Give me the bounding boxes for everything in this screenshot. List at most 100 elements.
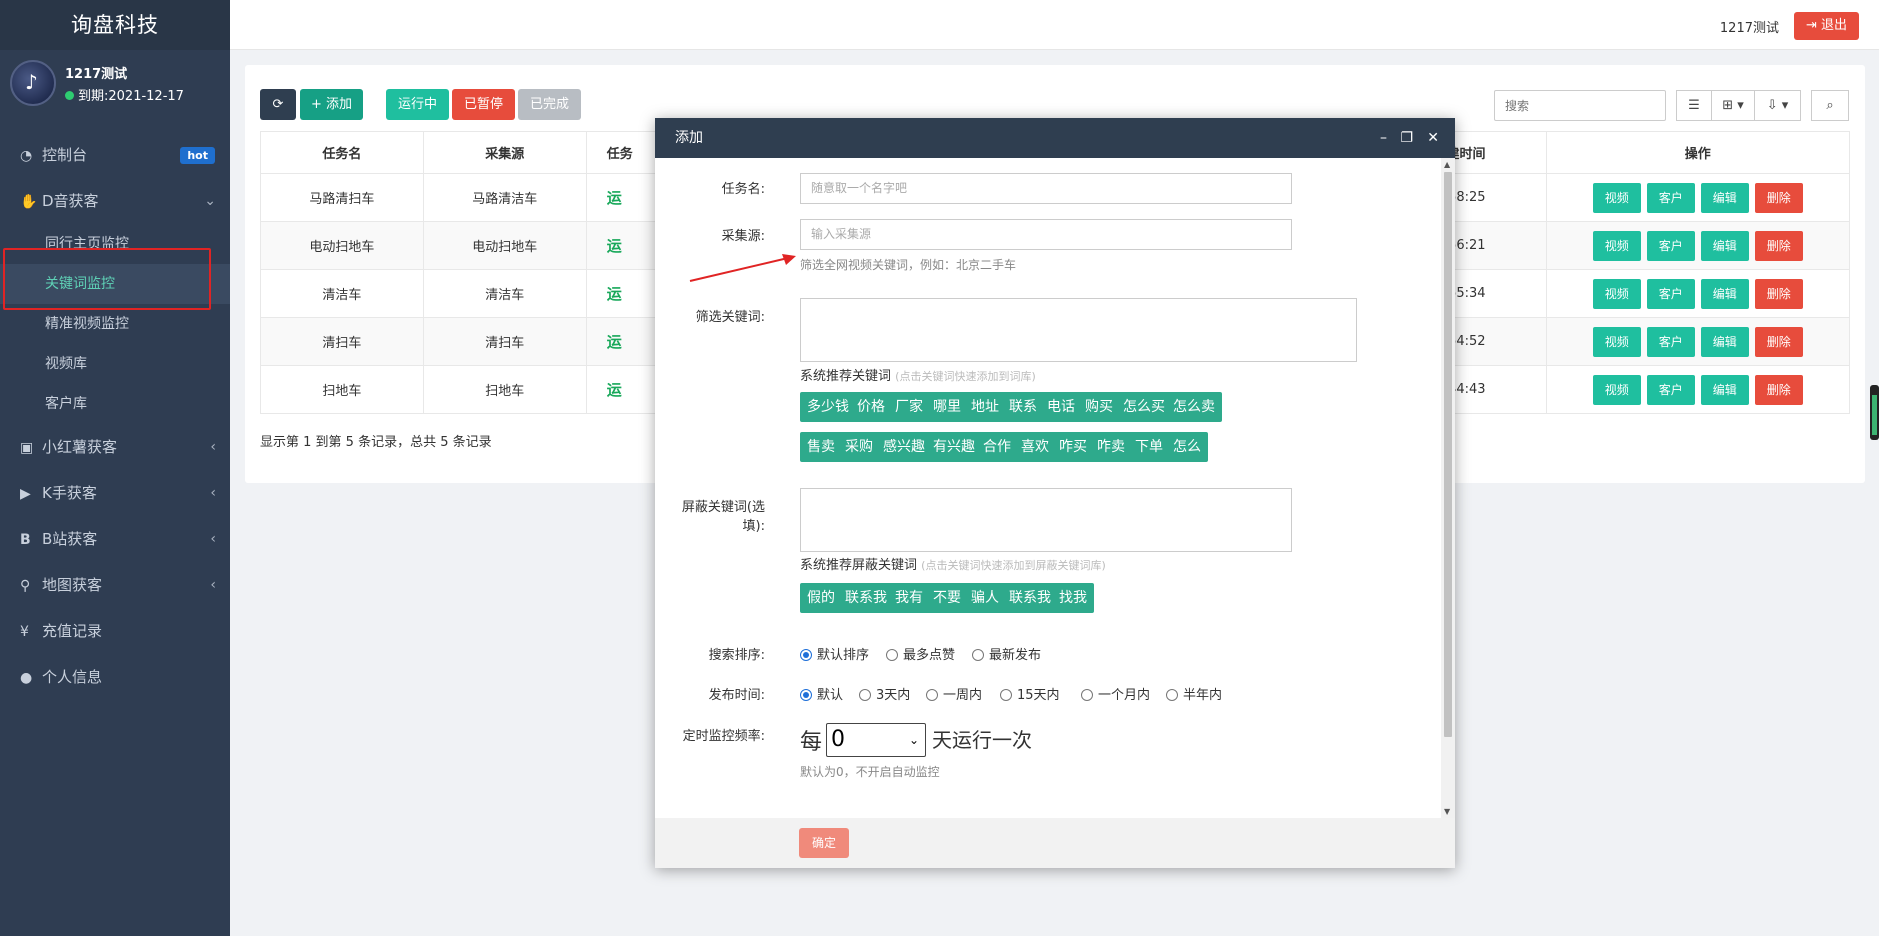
keyword-chip[interactable]: 联系	[1002, 392, 1044, 422]
keyword-chip[interactable]: 我有	[888, 583, 930, 613]
filter-paused-button[interactable]: 已暂停	[452, 89, 515, 120]
maximize-icon[interactable]: ❐	[1400, 118, 1413, 158]
scroll-down-icon[interactable]: ▼	[1444, 807, 1450, 816]
keyword-chip[interactable]: 价格	[850, 392, 892, 422]
keyword-chip[interactable]: 联系我	[1002, 583, 1058, 613]
column-header[interactable]: 采集源	[422, 131, 587, 174]
cell-source: 扫地车	[422, 365, 587, 414]
toggle-view-button[interactable]: ☰	[1676, 90, 1712, 121]
scroll-up-icon[interactable]: ▲	[1444, 160, 1450, 169]
edit-button[interactable]: 编辑	[1700, 326, 1749, 357]
task-name-input[interactable]: 随意取一个名字吧	[800, 173, 1292, 204]
keyword-chip[interactable]: 怎么买	[1116, 392, 1172, 422]
sidebar-subitem-video-library[interactable]: 视频库	[0, 344, 230, 384]
keyword-chip[interactable]: 联系我	[838, 583, 894, 613]
radio-option[interactable]: 半年内	[1166, 684, 1222, 703]
keyword-chip[interactable]: 厂家	[888, 392, 930, 422]
export-dropdown-button[interactable]: ⇩ ▾	[1754, 90, 1801, 121]
dialog-scrollbar[interactable]: ▲ ▼	[1441, 158, 1455, 818]
delete-button[interactable]: 删除	[1754, 278, 1803, 309]
sidebar-subitem-customer-library[interactable]: 客户库	[0, 384, 230, 424]
keyword-chip[interactable]: 下单	[1128, 432, 1170, 462]
confirm-button[interactable]: 确定	[799, 828, 849, 858]
column-header[interactable]: 任务名	[260, 131, 424, 174]
video-button[interactable]: 视频	[1592, 230, 1641, 261]
keyword-chip[interactable]: 地址	[964, 392, 1006, 422]
block-label-line2: 填):	[742, 519, 765, 534]
filter-running-button[interactable]: 运行中	[386, 89, 449, 120]
customer-button[interactable]: 客户	[1646, 374, 1695, 405]
delete-button[interactable]: 删除	[1754, 326, 1803, 357]
keyword-chip[interactable]: 合作	[976, 432, 1018, 462]
radio-option[interactable]: 默认	[800, 684, 843, 703]
customer-button[interactable]: 客户	[1646, 182, 1695, 213]
keyword-chip[interactable]: 怎么卖	[1166, 392, 1222, 422]
close-icon[interactable]: ✕	[1427, 118, 1439, 158]
keyword-chip[interactable]: 找我	[1052, 583, 1094, 613]
radio-option[interactable]: 3天内	[859, 684, 910, 703]
block-keywords-textarea[interactable]	[800, 488, 1292, 552]
keyword-chip[interactable]: 假的	[800, 583, 842, 613]
keyword-chip[interactable]: 采购	[838, 432, 880, 462]
keyword-chip[interactable]: 咋卖	[1090, 432, 1132, 462]
video-button[interactable]: 视频	[1592, 374, 1641, 405]
keyword-chip[interactable]: 电话	[1040, 392, 1082, 422]
sidebar-item-kuaishou[interactable]: ▶ K手获客 ‹	[0, 470, 230, 516]
keyword-chip[interactable]: 怎么	[1166, 432, 1208, 462]
scroll-thumb[interactable]	[1444, 172, 1452, 737]
add-button[interactable]: + 添加	[300, 89, 363, 120]
radio-option[interactable]: 最多点赞	[886, 644, 955, 663]
sidebar-item-dashboard[interactable]: ◔ 控制台 hot	[0, 132, 230, 178]
sidebar-subitem-video-monitor[interactable]: 精准视频监控	[0, 304, 230, 344]
edit-button[interactable]: 编辑	[1700, 230, 1749, 261]
keyword-chip[interactable]: 多少钱	[800, 392, 856, 422]
online-dot-icon	[65, 91, 74, 100]
delete-button[interactable]: 删除	[1754, 374, 1803, 405]
search-button[interactable]: ⌕	[1811, 90, 1849, 121]
radio-option[interactable]: 一个月内	[1081, 684, 1150, 703]
video-button[interactable]: 视频	[1592, 182, 1641, 213]
sidebar-item-profile[interactable]: ● 个人信息	[0, 654, 230, 700]
customer-button[interactable]: 客户	[1646, 326, 1695, 357]
radio-option[interactable]: 默认排序	[800, 644, 869, 663]
delete-button[interactable]: 删除	[1754, 230, 1803, 261]
video-button[interactable]: 视频	[1592, 326, 1641, 357]
keyword-chip[interactable]: 有兴趣	[926, 432, 982, 462]
refresh-button[interactable]: ⟳	[260, 89, 296, 120]
keyword-chip[interactable]: 不要	[926, 583, 968, 613]
radio-option[interactable]: 最新发布	[972, 644, 1041, 663]
sidebar-item-xiaohongshu[interactable]: ▣ 小红薯获客 ‹	[0, 424, 230, 470]
source-input[interactable]: 输入采集源	[800, 219, 1292, 250]
customer-button[interactable]: 客户	[1646, 278, 1695, 309]
keyword-chip[interactable]: 哪里	[926, 392, 968, 422]
keyword-chip[interactable]: 咋买	[1052, 432, 1094, 462]
brand-title: 询盘科技	[0, 0, 230, 50]
filter-done-button[interactable]: 已完成	[518, 89, 581, 120]
search-input[interactable]	[1494, 90, 1666, 121]
filter-keywords-textarea[interactable]	[800, 298, 1357, 362]
sidebar-item-bilibili[interactable]: B B站获客 ‹	[0, 516, 230, 562]
keyword-chip[interactable]: 喜欢	[1014, 432, 1056, 462]
logout-button[interactable]: ⇥ 退出	[1793, 12, 1859, 40]
frequency-select[interactable]: 0 ⌄	[826, 723, 926, 757]
delete-button[interactable]: 删除	[1754, 182, 1803, 213]
sidebar-item-map[interactable]: ⚲ 地图获客 ‹	[0, 562, 230, 608]
minimize-icon[interactable]: –	[1380, 118, 1387, 158]
keyword-chip[interactable]: 感兴趣	[876, 432, 932, 462]
video-button[interactable]: 视频	[1592, 278, 1641, 309]
sidebar-item-douyin[interactable]: ✋ D音获客 ⌄	[0, 178, 230, 224]
radio-option[interactable]: 15天内	[1000, 684, 1060, 703]
radio-option[interactable]: 一周内	[926, 684, 982, 703]
customer-button[interactable]: 客户	[1646, 230, 1695, 261]
keyword-chip[interactable]: 骗人	[964, 583, 1006, 613]
edit-button[interactable]: 编辑	[1700, 374, 1749, 405]
edit-button[interactable]: 编辑	[1700, 182, 1749, 213]
keyword-chip[interactable]: 购买	[1078, 392, 1120, 422]
cell-task-name: 马路清扫车	[260, 173, 424, 222]
status-text: 运	[606, 381, 622, 399]
columns-dropdown-button[interactable]: ⊞ ▾	[1711, 90, 1755, 121]
edit-button[interactable]: 编辑	[1700, 278, 1749, 309]
keyword-chip[interactable]: 售卖	[800, 432, 842, 462]
sidebar-item-recharge[interactable]: ¥ 充值记录	[0, 608, 230, 654]
cell-task-name: 扫地车	[260, 365, 424, 414]
